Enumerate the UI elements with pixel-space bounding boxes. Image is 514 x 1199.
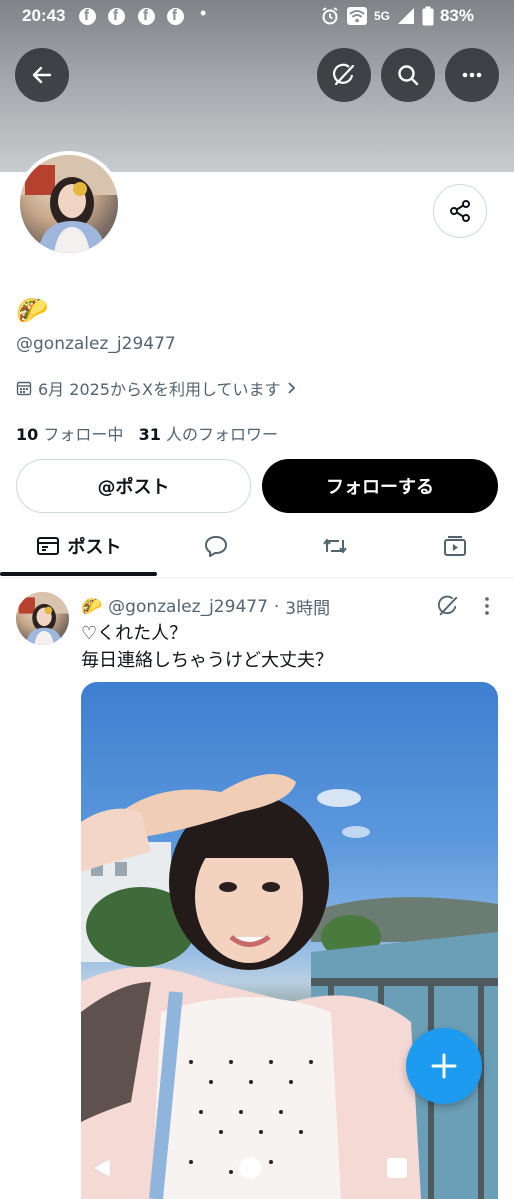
following-label: フォロー中 xyxy=(43,425,124,444)
nav-home-icon[interactable] xyxy=(238,1156,262,1180)
post-grok-button[interactable] xyxy=(436,594,460,622)
tab-replies[interactable] xyxy=(157,516,275,576)
back-button[interactable] xyxy=(15,48,69,102)
search-button[interactable] xyxy=(381,48,435,102)
post-avatar-illustration xyxy=(16,592,69,645)
status-bar: 20:43 f f f f • 5G 83% xyxy=(0,0,514,34)
wifi-icon xyxy=(346,7,367,25)
profile-tabs: ポスト xyxy=(0,516,514,578)
share-button[interactable] xyxy=(433,184,487,238)
post-text: ♡くれた人？ 毎日連絡しちゃうけど大丈夫？ xyxy=(81,623,333,671)
facebook-icon: f xyxy=(79,7,96,25)
media-icon xyxy=(443,536,466,556)
tab-selected-indicator xyxy=(0,572,157,576)
grok-icon xyxy=(333,63,355,86)
tab-reposts[interactable] xyxy=(275,516,395,576)
nav-recents-icon[interactable] xyxy=(386,1157,408,1179)
grok-button[interactable] xyxy=(317,48,371,102)
display-name: 🌮 xyxy=(16,296,49,326)
post-time[interactable]: 3時間 xyxy=(285,594,330,619)
notification-dot: • xyxy=(200,3,207,23)
post-author-name[interactable]: 🌮 xyxy=(81,597,102,617)
plus-icon xyxy=(431,1053,457,1079)
tab-posts[interactable]: ポスト xyxy=(0,516,157,576)
signal-icon xyxy=(397,8,414,24)
status-time: 20:43 xyxy=(22,6,66,25)
search-icon xyxy=(398,65,419,86)
more-icon xyxy=(462,72,482,78)
nav-back-icon[interactable] xyxy=(90,1156,114,1180)
chevron-right-icon xyxy=(288,382,296,394)
facebook-glyph: f xyxy=(172,7,177,24)
facebook-glyph: f xyxy=(143,7,148,24)
status-right: 5G 83% xyxy=(320,6,474,26)
replies-icon xyxy=(205,536,227,557)
post-avatar[interactable] xyxy=(16,592,69,645)
joined-text: 6月 2025からXを利用しています xyxy=(38,380,281,399)
grok-icon xyxy=(437,595,458,616)
back-arrow-icon xyxy=(32,66,52,84)
followers-count: 31 xyxy=(138,425,161,444)
alarm-icon xyxy=(322,7,338,25)
more-vertical-icon xyxy=(485,597,489,615)
more-options-button[interactable] xyxy=(445,48,499,102)
battery-icon xyxy=(422,6,434,26)
compose-fab[interactable] xyxy=(406,1028,482,1104)
followers-label: 人のフォロワー xyxy=(166,425,279,444)
repost-icon xyxy=(323,539,347,553)
following-link[interactable]: 10 フォロー中 xyxy=(16,425,123,444)
facebook-glyph: f xyxy=(113,7,118,24)
facebook-icon: f xyxy=(167,7,184,25)
post-author-handle[interactable]: @gonzalez_j29477 xyxy=(108,597,268,617)
battery-percent: 83% xyxy=(439,6,474,25)
profile-handle: @gonzalez_j29477 xyxy=(16,334,176,354)
network-type: 5G xyxy=(373,9,390,23)
follow-button[interactable]: フォローする xyxy=(262,459,498,513)
posts-icon xyxy=(36,537,59,555)
post-separator: · xyxy=(273,596,280,617)
share-icon xyxy=(450,200,470,222)
follow-stats: 10 フォロー中 31 人のフォロワー xyxy=(16,421,278,445)
joined-date[interactable]: 6月 2025からXを利用しています xyxy=(16,376,298,400)
tab-media[interactable] xyxy=(395,516,514,576)
calendar-icon xyxy=(16,381,32,396)
profile-avatar[interactable] xyxy=(16,151,122,257)
avatar-illustration xyxy=(20,155,118,253)
facebook-icon: f xyxy=(138,7,155,25)
mention-post-button[interactable]: @ポスト xyxy=(16,459,251,513)
post-more-button[interactable] xyxy=(477,594,497,622)
followers-link[interactable]: 31 人のフォロワー xyxy=(139,425,278,444)
facebook-icon: f xyxy=(108,7,125,25)
facebook-glyph: f xyxy=(84,7,89,24)
post-photo xyxy=(81,774,498,1199)
tab-posts-label: ポスト xyxy=(67,537,122,558)
post-header: 🌮 @gonzalez_j29477 · 3時間 xyxy=(81,594,330,620)
post-image[interactable] xyxy=(81,682,498,1199)
following-count: 10 xyxy=(16,425,39,444)
avatar-photo xyxy=(20,155,118,253)
system-nav-bar xyxy=(0,1140,514,1199)
